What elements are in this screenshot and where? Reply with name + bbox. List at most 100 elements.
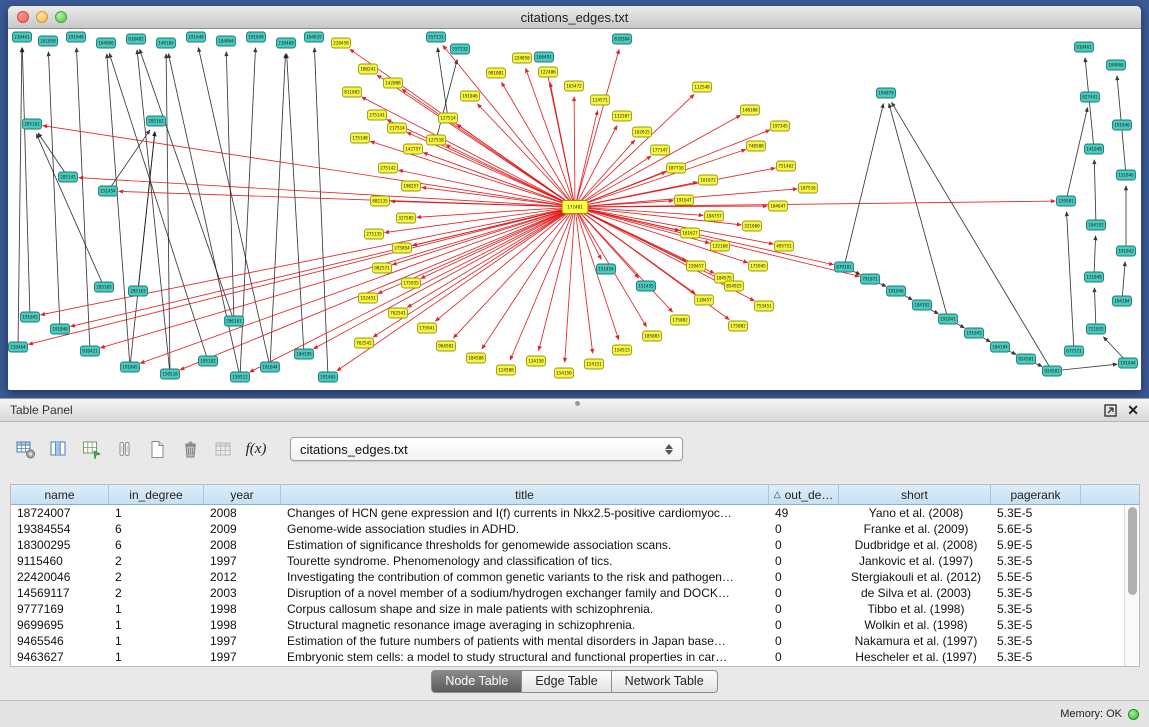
- memory-ok-indicator[interactable]: [1128, 709, 1139, 720]
- table-row[interactable]: 911546021997Tourette syndrome. Phenomeno…: [11, 553, 1124, 569]
- graph-node[interactable]: 191048: [67, 32, 86, 42]
- graph-node[interactable]: 197345: [771, 121, 790, 131]
- graph-node[interactable]: 141046: [1085, 144, 1104, 154]
- graph-node[interactable]: 134150: [527, 356, 546, 366]
- graph-node[interactable]: 191049: [247, 32, 266, 42]
- graph-node[interactable]: 210468: [277, 38, 296, 48]
- graph-node[interactable]: 175082: [729, 321, 748, 331]
- graph-node[interactable]: 198257: [402, 181, 421, 191]
- graph-node[interactable]: 165472: [565, 81, 584, 91]
- graph-node[interactable]: 162615: [633, 127, 652, 137]
- graph-node[interactable]: 175935: [402, 278, 421, 288]
- network-canvas[interactable]: 1724012204581802418110651420082751411751…: [8, 29, 1141, 390]
- graph-node[interactable]: 148104: [157, 38, 176, 48]
- graph-node[interactable]: 854925: [725, 281, 744, 291]
- graph-node[interactable]: 982571: [373, 263, 392, 273]
- graph-node[interactable]: 177147: [651, 145, 670, 155]
- graph-node[interactable]: 818304: [613, 34, 632, 44]
- graph-node[interactable]: 879181: [835, 262, 854, 272]
- graph-node[interactable]: 748508: [747, 141, 766, 151]
- graph-node[interactable]: 121046: [1085, 272, 1104, 282]
- graph-node[interactable]: 187716: [667, 163, 686, 173]
- table-row[interactable]: 946362711997Embryonic stem cells: a mode…: [11, 649, 1124, 665]
- graph-node[interactable]: 721035: [1087, 324, 1106, 334]
- graph-node[interactable]: 557232: [451, 44, 470, 54]
- minimize-window-button[interactable]: [36, 11, 48, 23]
- graph-node[interactable]: 105182: [199, 356, 218, 366]
- table-row[interactable]: 969969511998Structural magnetic resonanc…: [11, 617, 1124, 633]
- column-header[interactable]: pagerank: [991, 485, 1081, 504]
- graph-node[interactable]: 762542: [355, 338, 374, 348]
- graph-node[interactable]: 194879: [877, 88, 896, 98]
- tab-node-table[interactable]: Node Table: [431, 670, 522, 693]
- graph-node[interactable]: 210464: [9, 342, 28, 352]
- float-panel-icon[interactable]: [1104, 404, 1117, 417]
- graph-node[interactable]: 217514: [388, 123, 407, 133]
- table-row[interactable]: 977716911998Corpus callosum shape and si…: [11, 601, 1124, 617]
- table-mode-icon[interactable]: [12, 436, 38, 462]
- zoom-window-button[interactable]: [55, 11, 67, 23]
- table-row[interactable]: 1456911722003Disruption of a novel membe…: [11, 585, 1124, 601]
- graph-node[interactable]: 104192: [913, 300, 932, 310]
- graph-node[interactable]: 275141: [368, 110, 387, 120]
- graph-node[interactable]: 275854: [393, 243, 412, 253]
- graph-node[interactable]: 495751: [775, 241, 794, 251]
- graph-node[interactable]: 791871: [861, 274, 880, 284]
- graph-node[interactable]: 104195: [295, 349, 314, 359]
- graph-node[interactable]: 142008: [384, 78, 403, 88]
- table-scrollbar[interactable]: [1124, 505, 1139, 666]
- graph-node[interactable]: 175148: [351, 133, 370, 143]
- graph-node[interactable]: 151046: [1117, 170, 1136, 180]
- function-builder-button[interactable]: f(x): [243, 436, 269, 462]
- graph-node[interactable]: 220458: [332, 38, 351, 48]
- show-columns-icon[interactable]: [45, 436, 71, 462]
- graph-node[interactable]: 150518: [161, 369, 180, 379]
- graph-node[interactable]: 191041: [939, 314, 958, 324]
- graph-node[interactable]: 104192: [1087, 220, 1106, 230]
- tab-network-table[interactable]: Network Table: [612, 670, 718, 693]
- graph-node[interactable]: 205141: [59, 172, 78, 182]
- graph-node[interactable]: 154513: [613, 345, 632, 355]
- graph-node[interactable]: 161672: [699, 175, 718, 185]
- graph-node[interactable]: 159581: [1057, 196, 1076, 206]
- scrollbar-thumb[interactable]: [1128, 507, 1137, 595]
- table-row[interactable]: 1872400712008Changes of HCN gene express…: [11, 505, 1124, 521]
- delete-icon[interactable]: [177, 436, 203, 462]
- graph-node[interactable]: 124151: [585, 359, 604, 369]
- graph-node[interactable]: 321060: [743, 221, 762, 231]
- graph-node[interactable]: 124508: [497, 365, 516, 375]
- graph-node[interactable]: 175082: [671, 315, 690, 325]
- graph-node[interactable]: 175941: [418, 323, 437, 333]
- graph-node[interactable]: 122406: [539, 67, 558, 77]
- table-row[interactable]: 1938455462009Genome-wide association stu…: [11, 521, 1124, 537]
- table-row[interactable]: 1830029562008Estimation of significance …: [11, 537, 1124, 553]
- window-titlebar[interactable]: citations_edges.txt: [8, 6, 1141, 29]
- graph-node[interactable]: 124571: [591, 95, 610, 105]
- graph-node[interactable]: 984501: [437, 341, 456, 351]
- graph-node[interactable]: 910421: [81, 346, 100, 356]
- graph-node[interactable]: 205163: [129, 286, 148, 296]
- graph-node[interactable]: 154150: [555, 368, 574, 378]
- graph-node[interactable]: 191644: [261, 362, 280, 372]
- graph-node[interactable]: 191045: [121, 362, 140, 372]
- graph-node[interactable]: 180241: [359, 64, 378, 74]
- graph-node[interactable]: 151454: [99, 186, 118, 196]
- graph-node[interactable]: 104819: [305, 32, 324, 42]
- tab-edge-table[interactable]: Edge Table: [522, 670, 611, 693]
- import-table-icon[interactable]: [210, 436, 236, 462]
- graph-node[interactable]: 205165: [95, 282, 114, 292]
- graph-node[interactable]: 191647: [675, 195, 694, 205]
- graph-node[interactable]: 220457: [687, 261, 706, 271]
- new-column-icon[interactable]: [78, 436, 104, 462]
- graph-node[interactable]: 191044: [1119, 358, 1138, 368]
- graph-node[interactable]: 172401: [562, 201, 588, 214]
- table-source-dropdown[interactable]: citations_edges.txt: [290, 437, 683, 461]
- graph-node[interactable]: 152451: [359, 293, 378, 303]
- graph-node[interactable]: 132207: [613, 111, 632, 121]
- graph-node[interactable]: 166491: [535, 52, 554, 62]
- graph-node[interactable]: 191042: [965, 328, 984, 338]
- graph-node[interactable]: 827441: [1081, 92, 1100, 102]
- graph-node[interactable]: 753451: [755, 301, 774, 311]
- graph-node[interactable]: 104104: [1113, 296, 1132, 306]
- graph-node[interactable]: 275142: [379, 163, 398, 173]
